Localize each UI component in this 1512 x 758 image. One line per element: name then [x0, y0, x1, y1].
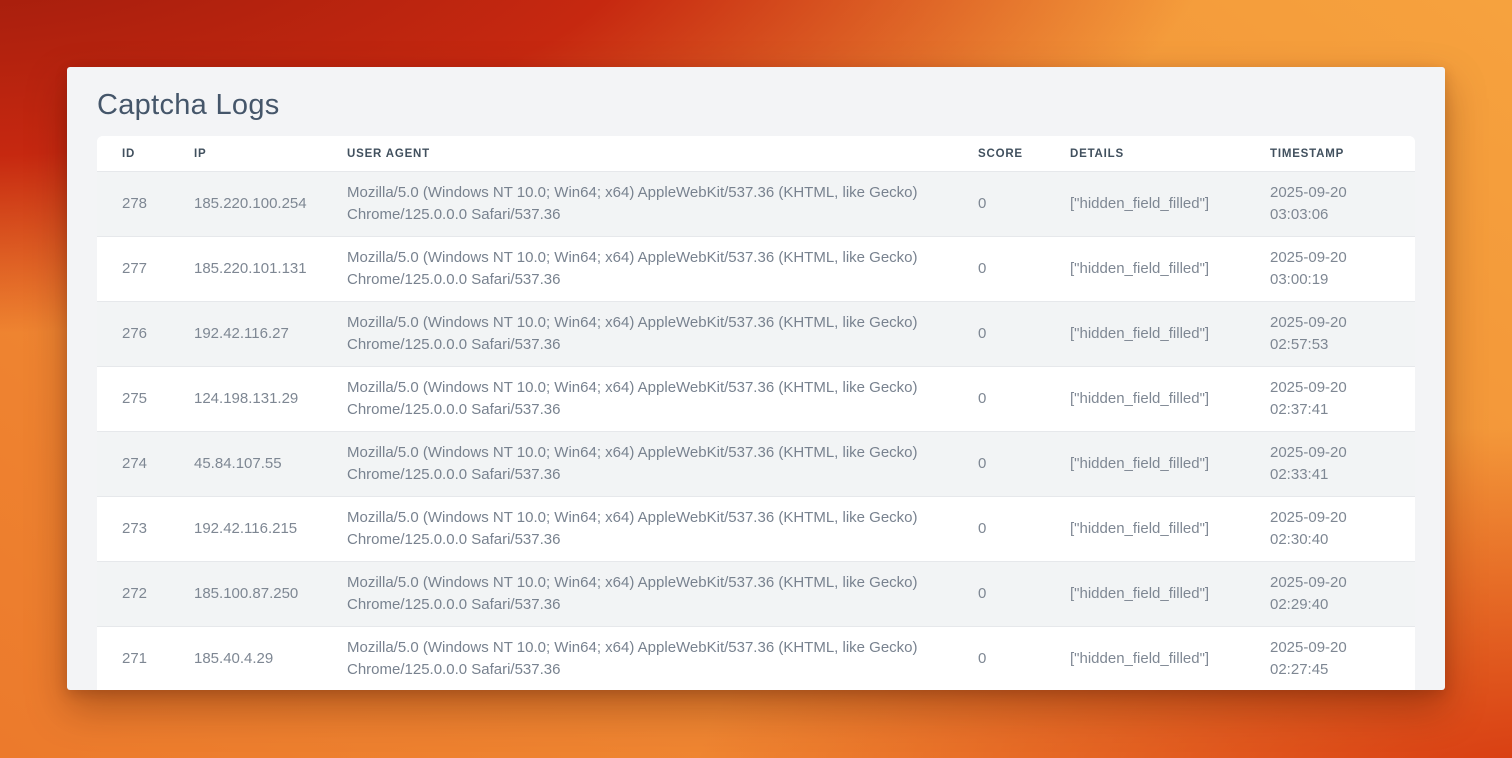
table-header-row: ID IP USER AGENT SCORE DETAILS TIMESTAMP	[97, 136, 1415, 172]
cell-user-agent: Mozilla/5.0 (Windows NT 10.0; Win64; x64…	[347, 562, 978, 627]
cell-timestamp: 2025-09-20 02:29:40	[1270, 562, 1415, 627]
cell-details: ["hidden_field_filled"]	[1070, 562, 1270, 627]
table-row: 275 124.198.131.29 Mozilla/5.0 (Windows …	[97, 367, 1415, 432]
cell-details: ["hidden_field_filled"]	[1070, 367, 1270, 432]
cell-id: 277	[97, 237, 194, 302]
cell-details: ["hidden_field_filled"]	[1070, 497, 1270, 562]
cell-ip: 185.40.4.29	[194, 627, 347, 691]
captcha-logs-card: Captcha Logs ID IP USER AGENT SCORE DETA…	[67, 67, 1445, 690]
cell-user-agent: Mozilla/5.0 (Windows NT 10.0; Win64; x64…	[347, 627, 978, 691]
cell-timestamp: 2025-09-20 02:30:40	[1270, 497, 1415, 562]
column-header-user-agent: USER AGENT	[347, 136, 978, 172]
column-header-score: SCORE	[978, 136, 1070, 172]
cell-details: ["hidden_field_filled"]	[1070, 627, 1270, 691]
table-row: 274 45.84.107.55 Mozilla/5.0 (Windows NT…	[97, 432, 1415, 497]
column-header-timestamp: TIMESTAMP	[1270, 136, 1415, 172]
cell-ip: 185.220.100.254	[194, 172, 347, 237]
cell-details: ["hidden_field_filled"]	[1070, 432, 1270, 497]
cell-id: 278	[97, 172, 194, 237]
cell-id: 271	[97, 627, 194, 691]
cell-ip: 124.198.131.29	[194, 367, 347, 432]
cell-user-agent: Mozilla/5.0 (Windows NT 10.0; Win64; x64…	[347, 302, 978, 367]
cell-score: 0	[978, 432, 1070, 497]
cell-timestamp: 2025-09-20 03:00:19	[1270, 237, 1415, 302]
cell-timestamp: 2025-09-20 03:03:06	[1270, 172, 1415, 237]
cell-score: 0	[978, 627, 1070, 691]
cell-score: 0	[978, 302, 1070, 367]
cell-timestamp: 2025-09-20 02:37:41	[1270, 367, 1415, 432]
cell-user-agent: Mozilla/5.0 (Windows NT 10.0; Win64; x64…	[347, 367, 978, 432]
cell-score: 0	[978, 562, 1070, 627]
cell-details: ["hidden_field_filled"]	[1070, 172, 1270, 237]
cell-ip: 185.220.101.131	[194, 237, 347, 302]
page-title: Captcha Logs	[67, 67, 1445, 136]
cell-timestamp: 2025-09-20 02:33:41	[1270, 432, 1415, 497]
column-header-details: DETAILS	[1070, 136, 1270, 172]
cell-user-agent: Mozilla/5.0 (Windows NT 10.0; Win64; x64…	[347, 172, 978, 237]
cell-details: ["hidden_field_filled"]	[1070, 302, 1270, 367]
cell-id: 272	[97, 562, 194, 627]
table-row: 272 185.100.87.250 Mozilla/5.0 (Windows …	[97, 562, 1415, 627]
cell-score: 0	[978, 367, 1070, 432]
table-row: 273 192.42.116.215 Mozilla/5.0 (Windows …	[97, 497, 1415, 562]
cell-timestamp: 2025-09-20 02:27:45	[1270, 627, 1415, 691]
table-row: 276 192.42.116.27 Mozilla/5.0 (Windows N…	[97, 302, 1415, 367]
cell-ip: 185.100.87.250	[194, 562, 347, 627]
cell-id: 275	[97, 367, 194, 432]
table-row: 277 185.220.101.131 Mozilla/5.0 (Windows…	[97, 237, 1415, 302]
cell-timestamp: 2025-09-20 02:57:53	[1270, 302, 1415, 367]
cell-id: 276	[97, 302, 194, 367]
captcha-logs-table: ID IP USER AGENT SCORE DETAILS TIMESTAMP…	[97, 136, 1415, 690]
column-header-ip: IP	[194, 136, 347, 172]
cell-user-agent: Mozilla/5.0 (Windows NT 10.0; Win64; x64…	[347, 237, 978, 302]
cell-score: 0	[978, 497, 1070, 562]
table-row: 271 185.40.4.29 Mozilla/5.0 (Windows NT …	[97, 627, 1415, 691]
cell-score: 0	[978, 172, 1070, 237]
cell-ip: 45.84.107.55	[194, 432, 347, 497]
captcha-logs-table-container: ID IP USER AGENT SCORE DETAILS TIMESTAMP…	[97, 136, 1415, 690]
cell-details: ["hidden_field_filled"]	[1070, 237, 1270, 302]
cell-id: 273	[97, 497, 194, 562]
cell-user-agent: Mozilla/5.0 (Windows NT 10.0; Win64; x64…	[347, 432, 978, 497]
cell-ip: 192.42.116.215	[194, 497, 347, 562]
cell-user-agent: Mozilla/5.0 (Windows NT 10.0; Win64; x64…	[347, 497, 978, 562]
column-header-id: ID	[97, 136, 194, 172]
cell-score: 0	[978, 237, 1070, 302]
cell-ip: 192.42.116.27	[194, 302, 347, 367]
table-row: 278 185.220.100.254 Mozilla/5.0 (Windows…	[97, 172, 1415, 237]
cell-id: 274	[97, 432, 194, 497]
